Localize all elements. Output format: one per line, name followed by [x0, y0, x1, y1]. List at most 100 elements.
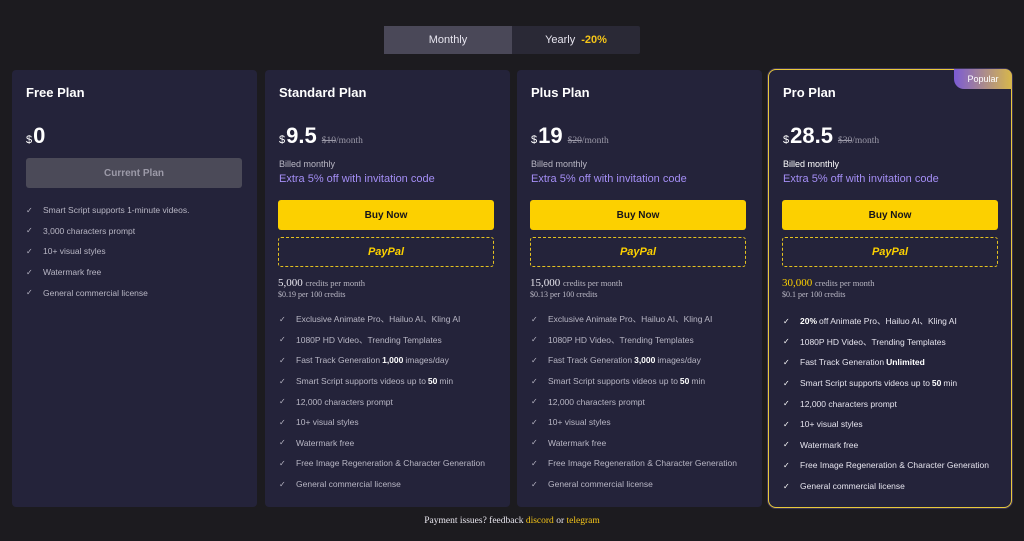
check-icon: ✓ — [279, 458, 286, 468]
old-price: $10/month — [321, 136, 363, 146]
invitation-discount-text: Extra 5% off with invitation code — [531, 173, 687, 185]
feature-item: ✓ 10+ visual styles — [531, 417, 611, 428]
feature-item: ✓ Free Image Regeneration & Character Gen… — [279, 458, 485, 469]
currency-symbol: $ — [531, 134, 538, 146]
check-icon: ✓ — [531, 417, 538, 427]
check-icon: ✓ — [279, 335, 286, 345]
feature-item: ✓ 12,000 characters prompt — [783, 398, 897, 409]
check-icon: ✓ — [531, 438, 538, 448]
price-amount: 28.5 — [790, 123, 833, 148]
check-icon: ✓ — [279, 479, 286, 489]
feature-item: ✓ 20% off Animate Pro、Hailuo AI、Kling AI — [783, 316, 957, 327]
feature-item: ✓ 10+ visual styles — [783, 419, 863, 430]
invitation-discount-text: Extra 5% off with invitation code — [783, 173, 939, 185]
feature-item: ✓ Fast Track Generation 1,000 images/day — [279, 355, 449, 366]
monthly-label: Monthly — [428, 34, 468, 46]
plan-card-pro: Popular Pro Plan $ 28.5 $30/month Billed… — [768, 69, 1012, 508]
price: $ 9.5 $10/month — [279, 123, 363, 149]
feature-item: ✓ 1080P HD Video、Trending Templates — [783, 336, 946, 347]
plan-title: Plus Plan — [531, 85, 590, 100]
check-icon: ✓ — [783, 440, 790, 450]
feature-item: ✓ General commercial license — [783, 481, 905, 492]
paypal-button[interactable]: PayPal — [530, 237, 746, 267]
plan-card-standard: Standard Plan $ 9.5 $10/month Billed mon… — [265, 70, 510, 507]
feature-item: ✓ 10+ visual styles — [279, 417, 359, 428]
credits-rate: $0.13 per 100 credits — [530, 290, 598, 299]
feature-item: ✓ Smart Script supports videos up to 50 min — [783, 378, 958, 389]
check-icon: ✓ — [531, 335, 538, 345]
billing-toggle: Monthly Yearly -20% — [384, 26, 640, 54]
feature-item: ✓ 1080P HD Video、Trending Templates — [279, 334, 442, 345]
credits-info: 30,000 credits per month $0.1 per 100 cr… — [782, 277, 875, 299]
feature-item: ✓ Free Image Regeneration & Character Gen… — [531, 458, 737, 469]
paypal-button[interactable]: PayPal — [278, 237, 494, 267]
credits-amount: 30,000 — [782, 277, 813, 289]
popular-badge: Popular — [954, 69, 1012, 89]
yearly-tab[interactable]: Yearly -20% — [512, 26, 640, 54]
check-icon: ✓ — [26, 288, 33, 298]
feature-item: ✓ Smart Script supports videos up to 50 min — [531, 376, 706, 387]
feature-item: ✓ General commercial license — [279, 479, 401, 490]
plan-card-free: Free Plan $ 0 Current Plan ✓ Smart Script… — [12, 70, 257, 507]
feature-item: ✓ 12,000 characters prompt — [531, 396, 645, 407]
billed-text: Billed monthly — [531, 159, 588, 169]
check-icon: ✓ — [783, 460, 790, 470]
check-icon: ✓ — [783, 316, 790, 326]
feature-item: ✓ Free Image Regeneration & Character Gen… — [783, 460, 989, 471]
feature-list: ✓ Exclusive Animate Pro、Hailuo AI、Kling A… — [279, 309, 485, 494]
discord-link[interactable]: discord — [526, 516, 554, 526]
price: $ 19 $20/month — [531, 123, 609, 149]
check-icon: ✓ — [279, 355, 286, 365]
check-icon: ✓ — [26, 226, 33, 236]
billed-text: Billed monthly — [783, 159, 840, 169]
feature-item: ✓ 1080P HD Video、Trending Templates — [531, 334, 694, 345]
feature-item: ✓ General commercial license — [26, 287, 148, 298]
check-icon: ✓ — [531, 355, 538, 365]
feature-item: ✓ Smart Script supports 1-minute videos. — [26, 205, 190, 216]
feature-list: ✓ Exclusive Animate Pro、Hailuo AI、Kling A… — [531, 309, 737, 494]
currency-symbol: $ — [26, 134, 33, 146]
feature-list: ✓ Smart Script supports 1-minute videos. … — [26, 200, 189, 303]
feature-item: ✓ Watermark free — [783, 439, 859, 450]
price-amount: 9.5 — [286, 123, 317, 148]
buy-now-button[interactable]: Buy Now — [278, 200, 494, 230]
payment-feedback-footer: Payment issues? feedback discord or tele… — [0, 516, 1024, 526]
price-amount: 0 — [33, 123, 46, 148]
billed-text: Billed monthly — [279, 159, 336, 169]
check-icon: ✓ — [783, 399, 790, 409]
check-icon: ✓ — [279, 438, 286, 448]
check-icon: ✓ — [783, 419, 790, 429]
check-icon: ✓ — [783, 357, 790, 367]
currency-symbol: $ — [279, 134, 286, 146]
check-icon: ✓ — [279, 314, 286, 324]
check-icon: ✓ — [279, 397, 286, 407]
check-icon: ✓ — [26, 246, 33, 256]
feature-item: ✓ Exclusive Animate Pro、Hailuo AI、Kling A… — [531, 314, 713, 325]
feature-item: ✓ 10+ visual styles — [26, 246, 106, 257]
check-icon: ✓ — [783, 481, 790, 491]
feature-item: ✓ Watermark free — [279, 437, 355, 448]
feature-item: ✓ Watermark free — [531, 437, 607, 448]
monthly-tab[interactable]: Monthly — [384, 26, 512, 54]
feature-item: ✓ 3,000 characters prompt — [26, 225, 136, 236]
price: $ 0 — [26, 123, 45, 149]
old-price: $20/month — [567, 136, 609, 146]
yearly-label: Yearly — [545, 34, 576, 46]
price-amount: 19 — [538, 123, 563, 148]
credits-rate: $0.1 per 100 credits — [782, 290, 846, 299]
old-price: $30/month — [837, 136, 880, 146]
check-icon: ✓ — [783, 337, 790, 347]
paypal-button[interactable]: PayPal — [782, 237, 998, 267]
buy-now-button[interactable]: Buy Now — [782, 200, 998, 230]
check-icon: ✓ — [783, 378, 790, 388]
buy-now-button[interactable]: Buy Now — [530, 200, 746, 230]
feature-item: ✓ Watermark free — [26, 267, 102, 278]
credits-info: 15,000 credits per month $0.13 per 100 c… — [530, 277, 623, 299]
current-plan-button[interactable]: Current Plan — [26, 158, 242, 188]
check-icon: ✓ — [531, 376, 538, 386]
plan-title: Standard Plan — [279, 85, 367, 100]
feature-list: ✓ 20% off Animate Pro、Hailuo AI、Kling AI ✓… — [783, 311, 989, 496]
check-icon: ✓ — [26, 205, 33, 215]
yearly-discount-badge: -20% — [581, 34, 607, 46]
telegram-link[interactable]: telegram — [566, 516, 599, 526]
